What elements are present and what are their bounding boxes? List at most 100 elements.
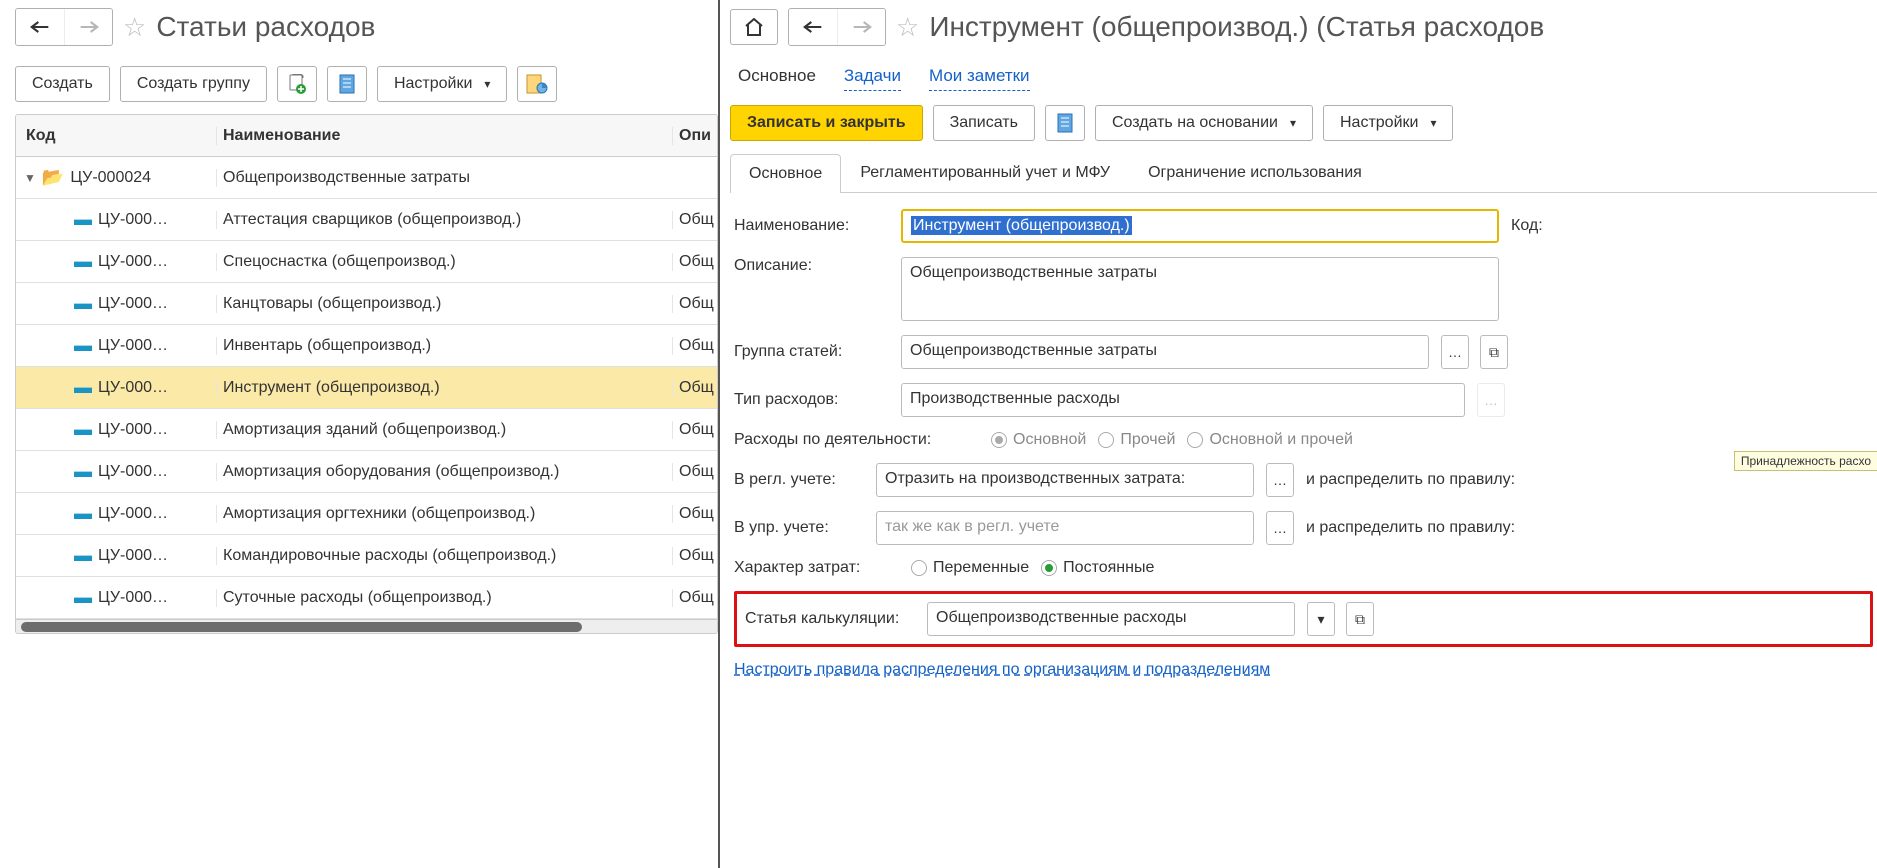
mgmt-select-button[interactable]: … [1266,511,1294,545]
col-header-code[interactable]: Код [16,127,216,145]
row-desc: Общ [672,379,717,397]
col-header-name[interactable]: Наименование [216,127,672,145]
col-header-desc[interactable]: Опи [672,127,717,145]
label-character: Характер затрат: [734,559,899,577]
table-row[interactable]: ▬ЦУ-000…Суточные расходы (общепроизвод.)… [16,577,717,619]
item-icon: ▬ [74,335,92,356]
regl-rule-suffix: и распределить по правилу: [1306,471,1515,489]
row-name: Инвентарь (общепроизвод.) [216,337,672,355]
link-tab-tasks[interactable]: Задачи [844,66,901,91]
label-regl: В регл. учете: [734,471,864,489]
regl-input[interactable]: Отразить на производственных затрата: [876,463,1254,497]
regl-select-button[interactable]: … [1266,463,1294,497]
row-name: Амортизация оборудования (общепроизвод.) [216,463,672,481]
table-row[interactable]: ▬ЦУ-000…Амортизация зданий (общепроизвод… [16,409,717,451]
nav-forward-button [64,9,112,45]
nav-back-button[interactable] [16,9,64,45]
row-desc: Общ [672,589,717,607]
inner-tab-accounting[interactable]: Регламентированный учет и МФУ [841,153,1129,192]
copy-button[interactable] [277,66,317,102]
table-row[interactable]: ▬ЦУ-000…Амортизация оборудования (общепр… [16,451,717,493]
table-row[interactable]: ▬ЦУ-000…Инструмент (общепроизвод.)Общ [16,367,717,409]
configure-rules-link[interactable]: Настроить правила распределения по орган… [734,661,1270,678]
row-desc: Общ [672,253,717,271]
description-textarea[interactable]: Общепроизводственные затраты [901,257,1499,321]
type-input[interactable]: Производственные расходы [901,383,1465,417]
row-code: ЦУ-000… [98,463,168,481]
folder-icon: 📂 [42,167,64,188]
label-code: Код: [1511,217,1543,235]
item-icon: ▬ [74,251,92,272]
settings-dropdown[interactable]: Настройки [377,66,507,102]
horizontal-scrollbar[interactable] [16,619,717,633]
name-input[interactable]: Инструмент (общепроизвод.) [901,209,1499,243]
nav-back-button-right[interactable] [789,9,837,45]
table-row[interactable]: ▬ЦУ-000…Аттестация сварщиков (общепроизв… [16,199,717,241]
report-button[interactable] [517,66,557,102]
favorite-star-icon[interactable]: ☆ [123,12,146,43]
item-icon: ▬ [74,587,92,608]
table-header: Код Наименование Опи [16,115,717,157]
row-name: Аттестация сварщиков (общепроизвод.) [216,211,672,229]
radio-char-fixed[interactable] [1041,560,1057,576]
row-code: ЦУ-000… [98,589,168,607]
inner-tab-main[interactable]: Основное [730,154,841,193]
list-icon-button[interactable] [327,66,367,102]
table-row[interactable]: ▼ 📂 ЦУ-000024 Общепроизводственные затраты [16,157,717,199]
table-row[interactable]: ▬ ЦУ-000… Амортизация оргтехники (общепрои… [16,493,717,535]
save-close-button[interactable]: Записать и закрыть [730,105,923,141]
mgmt-input[interactable]: так же как в регл. учете [876,511,1254,545]
type-select-button: … [1477,383,1505,417]
row-code: ЦУ-000… [98,253,168,271]
item-icon: ▬ [74,293,92,314]
label-mgmt: В упр. учете: [734,519,864,537]
row-code: ЦУ-000024 [70,169,151,187]
row-desc: Общ [672,337,717,355]
list-icon-button-right[interactable] [1045,105,1085,141]
save-button[interactable]: Записать [933,105,1035,141]
create-group-button[interactable]: Создать группу [120,66,267,102]
item-icon: ▬ [74,377,92,398]
calc-input[interactable]: Общепроизводственные расходы [927,602,1295,636]
group-input[interactable]: Общепроизводственные затраты [901,335,1429,369]
row-code: ЦУ-000… [98,295,168,313]
table-row[interactable]: ▬ЦУ-000…Канцтовары (общепроизвод.)Общ [16,283,717,325]
create-based-dropdown[interactable]: Создать на основании [1095,105,1313,141]
link-tab-main[interactable]: Основное [738,66,816,91]
settings-dropdown-right[interactable]: Настройки [1323,105,1453,141]
row-desc: Общ [672,211,717,229]
tree-caret-icon[interactable]: ▼ [24,171,36,185]
item-icon: ▬ [74,503,92,524]
item-icon: ▬ [74,545,92,566]
radio-activity-other [1098,432,1114,448]
radio-char-variable[interactable] [911,560,927,576]
row-name: Канцтовары (общепроизвод.) [216,295,672,313]
row-code: ЦУ-000… [98,421,168,439]
home-button[interactable] [730,9,778,45]
row-name: Спецоснастка (общепроизвод.) [216,253,672,271]
calc-dropdown-button[interactable]: ▾ [1307,602,1335,636]
group-open-button[interactable]: ⧉ [1480,335,1508,369]
row-code: ЦУ-000… [98,379,168,397]
page-title-right: Инструмент (общепроизвод.) (Статья расхо… [929,11,1544,43]
item-icon: ▬ [74,209,92,230]
group-select-button[interactable]: … [1441,335,1469,369]
inner-tab-restrict[interactable]: Ограничение использования [1129,153,1381,192]
create-button[interactable]: Создать [15,66,110,102]
row-desc: Общ [672,421,717,439]
calc-open-button[interactable]: ⧉ [1346,602,1374,636]
row-code: ЦУ-000… [98,547,168,565]
radio-activity-main [991,432,1007,448]
table-row[interactable]: ▬ЦУ-000…Командировочные расходы (общепро… [16,535,717,577]
row-name: Амортизация оргтехники (общепроизвод.) [216,505,672,523]
label-type: Тип расходов: [734,391,889,409]
row-name: Общепроизводственные затраты [216,169,672,187]
table-row[interactable]: ▬ ЦУ-000… Спецоснастка (общепроизвод.)Общ [16,241,717,283]
radio-activity-both [1187,432,1203,448]
favorite-star-icon-right[interactable]: ☆ [896,12,919,43]
label-calc: Статья калькуляции: [745,610,915,628]
row-code: ЦУ-000… [98,505,168,523]
label-group: Группа статей: [734,343,889,361]
table-row[interactable]: ▬ЦУ-000…Инвентарь (общепроизвод.)Общ [16,325,717,367]
link-tab-notes[interactable]: Мои заметки [929,66,1030,91]
